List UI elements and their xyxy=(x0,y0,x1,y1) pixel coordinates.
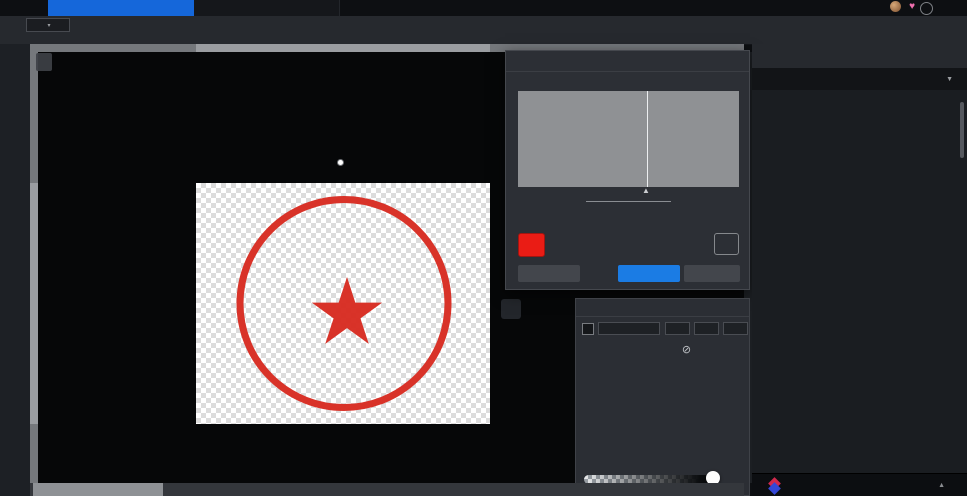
eyedropper-icon[interactable] xyxy=(698,344,711,357)
main-toolbar: ▾ xyxy=(0,16,967,45)
document-tab-custom[interactable] xyxy=(194,0,340,16)
threshold-value-input[interactable] xyxy=(586,199,671,202)
palette-icon[interactable] xyxy=(716,344,729,357)
threshold-line xyxy=(647,91,648,187)
rotate-handle[interactable] xyxy=(336,159,344,166)
zoom-level-input[interactable]: ▾ xyxy=(26,18,70,32)
app-window: ♥ ▾ ▲ ⊘ ▼ ▲ xyxy=(0,0,967,496)
green-input[interactable] xyxy=(694,322,719,335)
reset-button[interactable] xyxy=(518,265,580,282)
swatch-grid-icon[interactable] xyxy=(734,344,747,357)
blue-input[interactable] xyxy=(723,322,748,335)
ok-button[interactable] xyxy=(618,265,680,282)
grayscale-histogram xyxy=(518,91,739,187)
color-picker-panel: ⊘ xyxy=(575,298,750,496)
status-bar xyxy=(30,483,744,496)
filter-header[interactable]: ▼ xyxy=(752,68,967,90)
document-tab-file[interactable] xyxy=(48,0,194,16)
selected-image-layer[interactable] xyxy=(196,159,490,424)
help-button[interactable] xyxy=(920,2,933,15)
layers-icon xyxy=(768,476,782,495)
vertical-ruler xyxy=(30,52,38,483)
stamp-star xyxy=(311,277,383,344)
horizontal-scrollbar-thumb[interactable] xyxy=(33,483,163,496)
tool-sidebar xyxy=(0,44,30,496)
color-picker-title xyxy=(576,299,749,317)
red-input[interactable] xyxy=(665,322,690,335)
threshold-slider-handle[interactable]: ▲ xyxy=(642,186,650,195)
output-color-background-swatch[interactable] xyxy=(714,233,739,255)
dialog-title xyxy=(506,51,749,72)
output-color-foreground-swatch[interactable] xyxy=(518,233,545,257)
hex-input[interactable] xyxy=(598,322,660,335)
panel-scrollbar-thumb[interactable] xyxy=(960,102,964,158)
object-list-bar[interactable]: ▲ xyxy=(752,473,967,496)
chevron-down-icon[interactable]: ▼ xyxy=(946,76,953,83)
stamp-image xyxy=(236,196,452,411)
cancel-button[interactable] xyxy=(684,265,740,282)
chevron-down-icon[interactable]: ▾ xyxy=(47,22,50,29)
panel-tabs xyxy=(752,44,967,68)
advanced-binarization-dialog: ▲ xyxy=(505,50,750,290)
avatar xyxy=(890,1,902,12)
collapse-arrow-icon[interactable]: ▲ xyxy=(938,482,945,489)
current-color-swatch[interactable] xyxy=(582,323,594,335)
no-color-icon[interactable]: ⊘ xyxy=(680,344,693,357)
frame-navigation-bar xyxy=(36,53,52,71)
zoom-control-group: ▾ xyxy=(6,17,90,32)
user-account[interactable]: ♥ xyxy=(890,1,915,12)
canvas-tool-indicator[interactable] xyxy=(501,299,521,319)
right-panel: ▼ ▲ xyxy=(752,44,967,496)
title-bar: ♥ xyxy=(0,0,967,16)
heart-icon: ♥ xyxy=(909,1,915,12)
